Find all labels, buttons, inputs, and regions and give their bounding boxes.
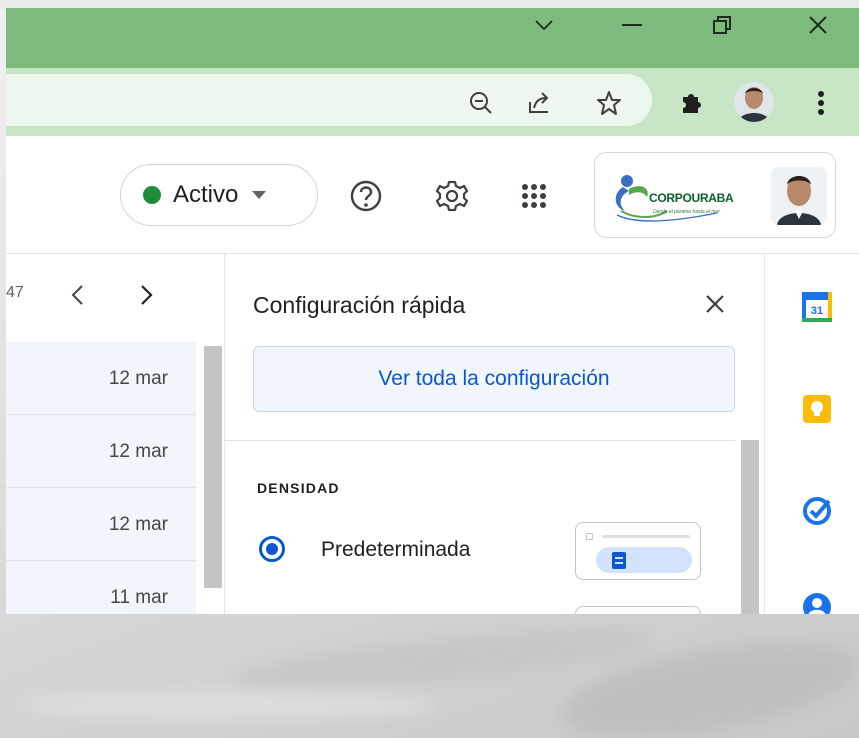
logo-tagline: Desde el páramo hasta el mar [653,209,720,215]
zoom-out-icon[interactable] [466,88,496,118]
document-icon [612,552,626,569]
calendar-icon[interactable]: 31 [800,290,834,324]
table-row[interactable]: 11 mar [6,561,196,614]
table-row[interactable]: 12 mar [6,342,196,415]
account-avatar [771,167,827,225]
view-all-label: Ver toda la configuración [378,367,610,390]
chevron-right-icon [141,285,153,305]
restore-icon [713,16,731,34]
panel-scrollbar[interactable] [741,440,759,614]
density-section-label: DENSIDAD [257,480,340,496]
restore-button[interactable] [692,8,752,42]
chevron-down-icon [535,20,553,31]
status-dot [143,186,161,204]
status-button[interactable]: Activo [120,164,318,226]
pager-count: 47 [6,284,24,301]
menu-dots-icon[interactable] [806,88,836,118]
close-panel-button[interactable] [699,288,731,320]
browser-toolbar [6,68,859,136]
email-date: 11 mar [110,587,168,608]
side-panel: 31 [764,254,859,614]
density-next-preview[interactable] [575,606,701,614]
account-switcher[interactable]: CORPOURABA Desde el páramo hasta el mar [594,152,836,238]
profile-avatar[interactable] [734,82,774,122]
chevron-left-icon [71,285,83,305]
close-icon [809,16,827,34]
density-default-radio[interactable] [259,536,285,562]
email-date: 12 mar [108,514,168,535]
background-streak [20,690,440,720]
quick-settings-panel: Configuración rápida Ver toda la configu… [224,254,764,614]
title-bar [6,8,859,68]
email-list: 47 12 mar 12 mar 12 mar 11 mar [6,254,224,614]
keep-icon[interactable] [800,392,834,426]
browser-window: Activo CORPOURABA Desde el páramo hasta … [6,8,859,614]
caret-down-icon [252,191,267,199]
divider [225,440,735,441]
panel-title: Configuración rápida [253,292,466,318]
table-row[interactable]: 12 mar [6,415,196,488]
minimize-button[interactable] [602,8,662,42]
density-option-label: Predeterminada [321,538,471,561]
address-bar[interactable] [6,74,652,126]
share-icon[interactable] [524,88,554,118]
apps-grid-icon[interactable] [514,176,554,216]
list-scrollbar[interactable] [204,346,222,588]
contacts-icon[interactable] [800,590,834,614]
previous-page-button[interactable] [62,280,92,310]
next-page-button[interactable] [132,280,162,310]
table-row[interactable]: 12 mar [6,488,196,561]
tab-search-button[interactable] [514,8,574,42]
help-icon[interactable] [346,176,386,216]
minimize-icon [622,24,642,26]
logo-text: CORPOURABA [649,191,734,205]
close-icon [706,295,724,313]
corpouraba-logo: CORPOURABA Desde el páramo hasta el mar [607,167,757,225]
extensions-icon[interactable] [676,88,706,118]
view-all-settings-button[interactable]: Ver toda la configuración [253,346,735,412]
bookmark-star-icon[interactable] [594,88,624,118]
tasks-icon[interactable] [800,494,834,528]
email-date: 12 mar [108,441,168,462]
close-window-button[interactable] [788,8,848,42]
density-default-preview[interactable] [575,522,701,580]
status-label: Activo [173,181,239,208]
app-header: Activo CORPOURABA Desde el páramo hasta … [6,136,859,254]
email-rows: 12 mar 12 mar 12 mar 11 mar [6,342,196,614]
email-date: 12 mar [108,368,168,389]
settings-gear-icon[interactable] [432,176,472,216]
calendar-day: 31 [811,305,823,317]
